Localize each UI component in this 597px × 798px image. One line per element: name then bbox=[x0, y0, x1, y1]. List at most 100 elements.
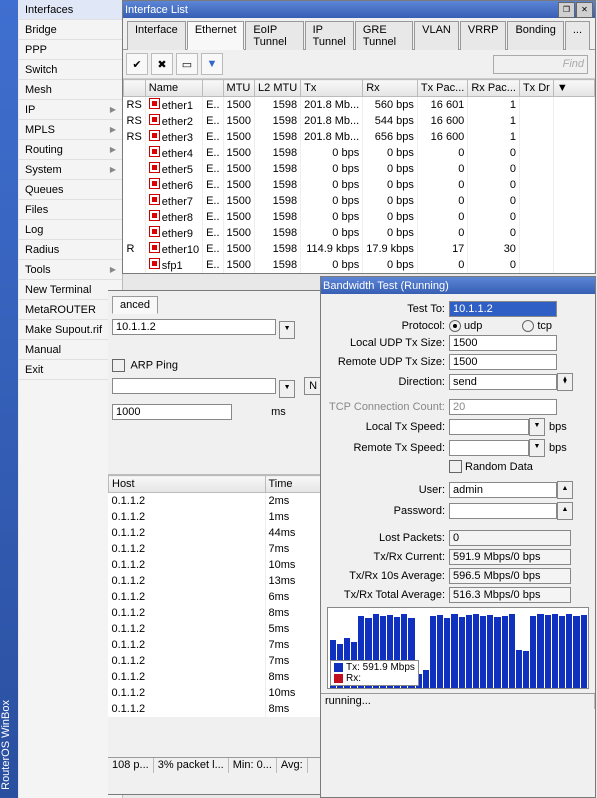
direction-input[interactable] bbox=[449, 374, 557, 390]
tab-ethernet[interactable]: Ethernet bbox=[187, 21, 245, 50]
interface-toolbar: ✔ ✖ ▭ ▼ Find bbox=[123, 50, 595, 79]
tab-gre-tunnel[interactable]: GRE Tunnel bbox=[355, 21, 413, 50]
tab-ip-tunnel[interactable]: IP Tunnel bbox=[305, 21, 354, 50]
comment-button[interactable]: ▭ bbox=[176, 53, 198, 75]
table-row[interactable]: 0.1.1.27ms bbox=[109, 541, 339, 557]
interface-grid[interactable]: NameMTUL2 MTUTxRxTx Pac...Rx Pac...Tx Dr… bbox=[123, 79, 595, 287]
menu-item-metarouter[interactable]: MetaROUTER bbox=[19, 300, 122, 320]
udp-radio[interactable] bbox=[449, 320, 461, 332]
table-row[interactable]: 0.1.1.21ms bbox=[109, 509, 339, 525]
menu-item-interfaces[interactable]: Interfaces bbox=[19, 0, 122, 20]
table-row[interactable]: 0.1.1.27ms bbox=[109, 637, 339, 653]
ping-grid[interactable]: HostTime0.1.1.22ms0.1.1.21ms0.1.1.244ms0… bbox=[108, 474, 339, 757]
menu-item-make-supout.rif[interactable]: Make Supout.rif bbox=[19, 320, 122, 340]
menu-item-ppp[interactable]: PPP bbox=[19, 40, 122, 60]
table-row[interactable]: RSether2E..15001598201.8 Mb...544 bps16 … bbox=[124, 113, 595, 129]
interface-list-window: Interface List ❐ ✕ InterfaceEthernetEoIP… bbox=[122, 0, 596, 274]
app-titlebar-vertical: RouterOS WinBox bbox=[0, 0, 18, 798]
table-row[interactable]: 0.1.1.28ms bbox=[109, 669, 339, 685]
table-row[interactable]: sfp1E..150015980 bps0 bps00 bbox=[124, 257, 595, 273]
table-row[interactable]: 0.1.1.25ms bbox=[109, 621, 339, 637]
table-row[interactable]: ether4E..150015980 bps0 bps00 bbox=[124, 145, 595, 161]
menu-item-mpls[interactable]: MPLS▶ bbox=[19, 120, 122, 140]
menu-item-files[interactable]: Files bbox=[19, 200, 122, 220]
password-input[interactable] bbox=[449, 503, 557, 519]
table-row[interactable]: 0.1.1.28ms bbox=[109, 701, 339, 717]
tab-eoip-tunnel[interactable]: EoIP Tunnel bbox=[245, 21, 303, 50]
close-icon[interactable]: ✕ bbox=[576, 2, 593, 18]
menu-item-radius[interactable]: Radius bbox=[19, 240, 122, 260]
local-udp-input[interactable] bbox=[449, 335, 557, 351]
dropdown-icon[interactable]: ▼ bbox=[529, 439, 545, 457]
table-row[interactable]: ether8E..150015980 bps0 bps00 bbox=[124, 209, 595, 225]
find-input[interactable]: Find bbox=[493, 55, 588, 74]
dropdown-icon[interactable]: ▼ bbox=[529, 418, 545, 436]
disable-button[interactable]: ✖ bbox=[151, 53, 173, 75]
menu-item-exit[interactable]: Exit bbox=[19, 360, 122, 380]
menu-item-routing[interactable]: Routing▶ bbox=[19, 140, 122, 160]
dropdown-icon[interactable]: ▼ bbox=[279, 321, 295, 339]
interface-list-titlebar[interactable]: Interface List ❐ ✕ bbox=[123, 1, 595, 18]
menu-item-queues[interactable]: Queues bbox=[19, 180, 122, 200]
table-row[interactable]: 0.1.1.26ms bbox=[109, 589, 339, 605]
ping-extra-input[interactable] bbox=[112, 378, 276, 394]
menu-item-log[interactable]: Log bbox=[19, 220, 122, 240]
table-row[interactable]: RSether1E..15001598201.8 Mb...560 bps16 … bbox=[124, 97, 595, 114]
interface-icon bbox=[149, 114, 160, 125]
table-row[interactable]: 0.1.1.27ms bbox=[109, 653, 339, 669]
menu-item-ip[interactable]: IP▶ bbox=[19, 100, 122, 120]
lost-value bbox=[449, 530, 571, 546]
direction-dropdown-icon[interactable]: ⧫ bbox=[557, 373, 573, 391]
cur-value bbox=[449, 549, 571, 565]
table-row[interactable]: Rether10E..15001598114.9 kbps17.9 kbps17… bbox=[124, 241, 595, 257]
tab-bonding[interactable]: Bonding bbox=[507, 21, 563, 50]
table-row[interactable]: ether6E..150015980 bps0 bps00 bbox=[124, 177, 595, 193]
tab-advanced[interactable]: anced bbox=[112, 296, 158, 314]
table-row[interactable]: ether9E..150015980 bps0 bps00 bbox=[124, 225, 595, 241]
expand-icon[interactable]: ▲ bbox=[557, 481, 573, 499]
menu-item-manual[interactable]: Manual bbox=[19, 340, 122, 360]
menu-item-new-terminal[interactable]: New Terminal bbox=[19, 280, 122, 300]
interface-icon bbox=[149, 162, 160, 173]
remote-udp-label: Remote UDP Tx Size: bbox=[327, 356, 449, 368]
menu-item-tools[interactable]: Tools▶ bbox=[19, 260, 122, 280]
tab-vrrp[interactable]: VRRP bbox=[460, 21, 507, 50]
expand-icon[interactable]: ▲ bbox=[557, 502, 573, 520]
legend-rx: Rx: bbox=[346, 673, 361, 684]
table-row[interactable]: 0.1.1.213ms bbox=[109, 573, 339, 589]
menu-item-switch[interactable]: Switch bbox=[19, 60, 122, 80]
table-row[interactable]: 0.1.1.28ms bbox=[109, 605, 339, 621]
remote-udp-input[interactable] bbox=[449, 354, 557, 370]
dropdown-icon[interactable]: ▼ bbox=[279, 380, 295, 398]
menu-item-bridge[interactable]: Bridge bbox=[19, 20, 122, 40]
filter-icon[interactable]: ▼ bbox=[201, 53, 223, 75]
local-tx-input[interactable] bbox=[449, 419, 529, 435]
bandwidth-graph: Tx: 591.9 Mbps Rx: bbox=[327, 607, 589, 689]
remote-tx-input[interactable] bbox=[449, 440, 529, 456]
table-row[interactable]: 0.1.1.210ms bbox=[109, 685, 339, 701]
menu-item-mesh[interactable]: Mesh bbox=[19, 80, 122, 100]
table-row[interactable]: 0.1.1.22ms bbox=[109, 493, 339, 510]
arp-ping-checkbox[interactable] bbox=[112, 359, 125, 372]
tab-vlan[interactable]: VLAN bbox=[414, 21, 459, 50]
table-row[interactable]: ether5E..150015980 bps0 bps00 bbox=[124, 161, 595, 177]
table-row[interactable]: 0.1.1.244ms bbox=[109, 525, 339, 541]
random-data-checkbox[interactable] bbox=[449, 460, 462, 473]
test-to-input[interactable] bbox=[449, 301, 557, 317]
user-input[interactable] bbox=[449, 482, 557, 498]
bw-status: running... bbox=[321, 694, 595, 709]
table-row[interactable]: RSether3E..15001598201.8 Mb...656 bps16 … bbox=[124, 129, 595, 145]
enable-button[interactable]: ✔ bbox=[126, 53, 148, 75]
tab-interface[interactable]: Interface bbox=[127, 21, 186, 50]
table-row[interactable]: 0.1.1.210ms bbox=[109, 557, 339, 573]
local-tx-label: Local Tx Speed: bbox=[327, 421, 449, 433]
menu-item-system[interactable]: System▶ bbox=[19, 160, 122, 180]
bw-titlebar[interactable]: Bandwidth Test (Running) bbox=[321, 277, 595, 294]
table-row[interactable]: ether7E..150015980 bps0 bps00 bbox=[124, 193, 595, 209]
ping-host-input[interactable] bbox=[112, 319, 276, 335]
restore-icon[interactable]: ❐ bbox=[558, 2, 575, 18]
tcp-radio[interactable] bbox=[522, 320, 534, 332]
bw-body: Test To: Protocol: udp tcp Local UDP Tx … bbox=[321, 294, 595, 603]
tab--[interactable]: ... bbox=[565, 21, 590, 50]
timeout-input[interactable] bbox=[112, 404, 232, 420]
